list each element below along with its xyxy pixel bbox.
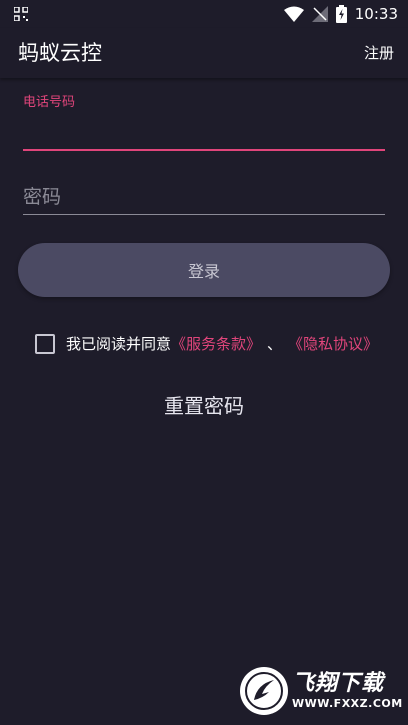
reset-password-link[interactable]: 重置密码 [0, 392, 408, 420]
agreement-checkbox[interactable] [35, 334, 55, 354]
watermark-logo-icon [240, 667, 288, 715]
app-title: 蚂蚁云控 [18, 41, 102, 65]
register-button[interactable]: 注册 [364, 42, 394, 64]
privacy-link[interactable]: 《隐私协议》 [288, 333, 378, 355]
agreement-row: 我已阅读并同意 《服务条款》 、 《隐私协议》 [35, 332, 378, 356]
password-field [23, 180, 385, 220]
terms-link[interactable]: 《服务条款》 [171, 333, 261, 355]
phone-input[interactable] [23, 116, 385, 146]
status-bar: 10:33 [0, 0, 408, 28]
app-bar: 蚂蚁云控 注册 [0, 28, 408, 78]
watermark-name: 飞翔下载 [292, 671, 385, 696]
phone-underline [23, 149, 385, 151]
login-button[interactable]: 登录 [18, 243, 390, 297]
password-underline [23, 214, 385, 215]
watermark: 飞翔下载 WWW.FXXZ.COM [240, 663, 402, 719]
battery-charging-icon [335, 5, 347, 23]
watermark-url: WWW.FXXZ.COM [292, 697, 403, 710]
status-time: 10:33 [354, 5, 398, 23]
phone-field: 电话号码 [23, 94, 385, 154]
agreement-separator: 、 [267, 335, 283, 353]
wifi-icon [283, 6, 304, 22]
qr-icon [14, 7, 28, 21]
phone-label: 电话号码 [23, 95, 76, 110]
agreement-text: 我已阅读并同意 [66, 335, 172, 353]
status-icons: 10:33 [283, 4, 398, 24]
no-sim-icon [311, 6, 328, 22]
watermark-text: 飞翔下载 WWW.FXXZ.COM [292, 671, 403, 711]
password-input[interactable] [23, 182, 385, 212]
